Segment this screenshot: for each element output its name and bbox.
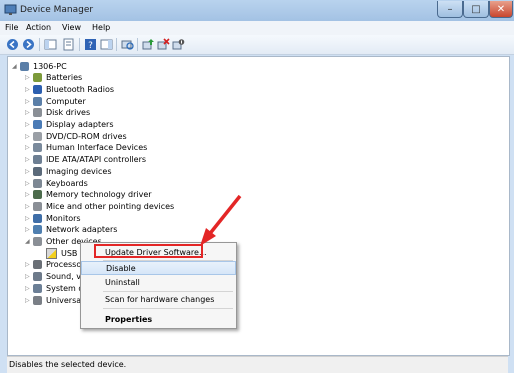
annotation-arrow — [200, 194, 242, 246]
device-manager-window: Device Manager – □ ✕ File Action View He… — [0, 0, 514, 373]
